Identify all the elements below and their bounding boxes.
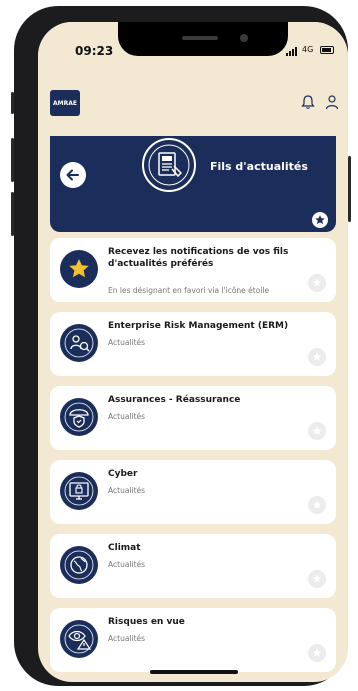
eye-warning-icon [60, 620, 98, 658]
star-icon [315, 215, 325, 225]
network-label: 4G [302, 45, 314, 54]
home-indicator[interactable] [150, 670, 238, 674]
phone-frame: 09:23 4G AMRAE Fils d'actualités Recevez… [11, 6, 351, 686]
umbrella-shield-icon [60, 398, 98, 436]
card-title: Climat [108, 543, 141, 553]
power-button [348, 156, 351, 222]
card-title: Recevez les notifications de vos fils d'… [108, 247, 289, 269]
app-header: AMRAE [38, 68, 348, 136]
favorite-star-button[interactable] [308, 570, 326, 588]
back-button[interactable] [60, 162, 86, 188]
card-title: Enterprise Risk Management (ERM) [108, 321, 289, 331]
user-icon[interactable] [324, 94, 340, 110]
status-bar: 09:23 4G [38, 22, 348, 68]
star-outline-icon [312, 352, 322, 361]
favorite-star-button[interactable] [308, 422, 326, 440]
favorite-star-button[interactable] [308, 274, 326, 292]
star-outline-icon [312, 648, 322, 657]
page-title: Fils d'actualités [210, 160, 308, 173]
bell-icon[interactable] [300, 94, 316, 110]
notification-info-card[interactable]: Recevez les notifications de vos fils d'… [50, 238, 336, 302]
favorite-star-button[interactable] [308, 496, 326, 514]
feed-card-climat[interactable]: Climat Actualités [50, 534, 336, 598]
globe-icon [60, 546, 98, 584]
erm-icon [60, 324, 98, 362]
battery-icon [320, 46, 334, 54]
monitor-lock-icon [60, 472, 98, 510]
card-subtitle: Actualités [108, 486, 146, 495]
favorite-star-button[interactable] [308, 644, 326, 662]
status-time: 09:23 [75, 44, 114, 58]
feed-card-cyber[interactable]: Cyber Actualités [50, 460, 336, 524]
page-banner: Fils d'actualités [50, 136, 336, 232]
card-title: Risques en vue [108, 617, 185, 627]
star-icon [60, 250, 98, 288]
signal-icon [286, 47, 297, 56]
favorite-star-button[interactable] [308, 348, 326, 366]
news-feed-icon [142, 138, 196, 192]
star-outline-icon [312, 500, 322, 509]
screen: 09:23 4G AMRAE Fils d'actualités Recevez… [38, 22, 348, 682]
card-title: Cyber [108, 469, 138, 479]
star-outline-icon [312, 278, 322, 287]
favorite-filter-button[interactable] [312, 212, 328, 228]
card-subtitle: Actualités [108, 560, 146, 569]
feed-card-risques-en-vue[interactable]: Risques en vue Actualités [50, 608, 336, 672]
card-subtitle: Actualités [108, 634, 146, 643]
volume-down-button [11, 192, 14, 236]
mute-switch [11, 92, 14, 114]
card-subtitle: Actualités [108, 338, 146, 347]
card-subtitle: En les désignant en favori via l'icône é… [108, 286, 270, 295]
amrae-logo[interactable]: AMRAE [50, 90, 80, 116]
feed-card-assurances[interactable]: Assurances - Réassurance Actualités [50, 386, 336, 450]
arrow-left-icon [66, 169, 79, 181]
volume-up-button [11, 138, 14, 182]
feed-card-erm[interactable]: Enterprise Risk Management (ERM) Actuali… [50, 312, 336, 376]
speaker-grille [182, 36, 218, 40]
star-outline-icon [312, 574, 322, 583]
star-outline-icon [312, 426, 322, 435]
notch [118, 22, 288, 56]
card-title: Assurances - Réassurance [108, 395, 241, 405]
camera [240, 34, 248, 42]
card-subtitle: Actualités [108, 412, 146, 421]
